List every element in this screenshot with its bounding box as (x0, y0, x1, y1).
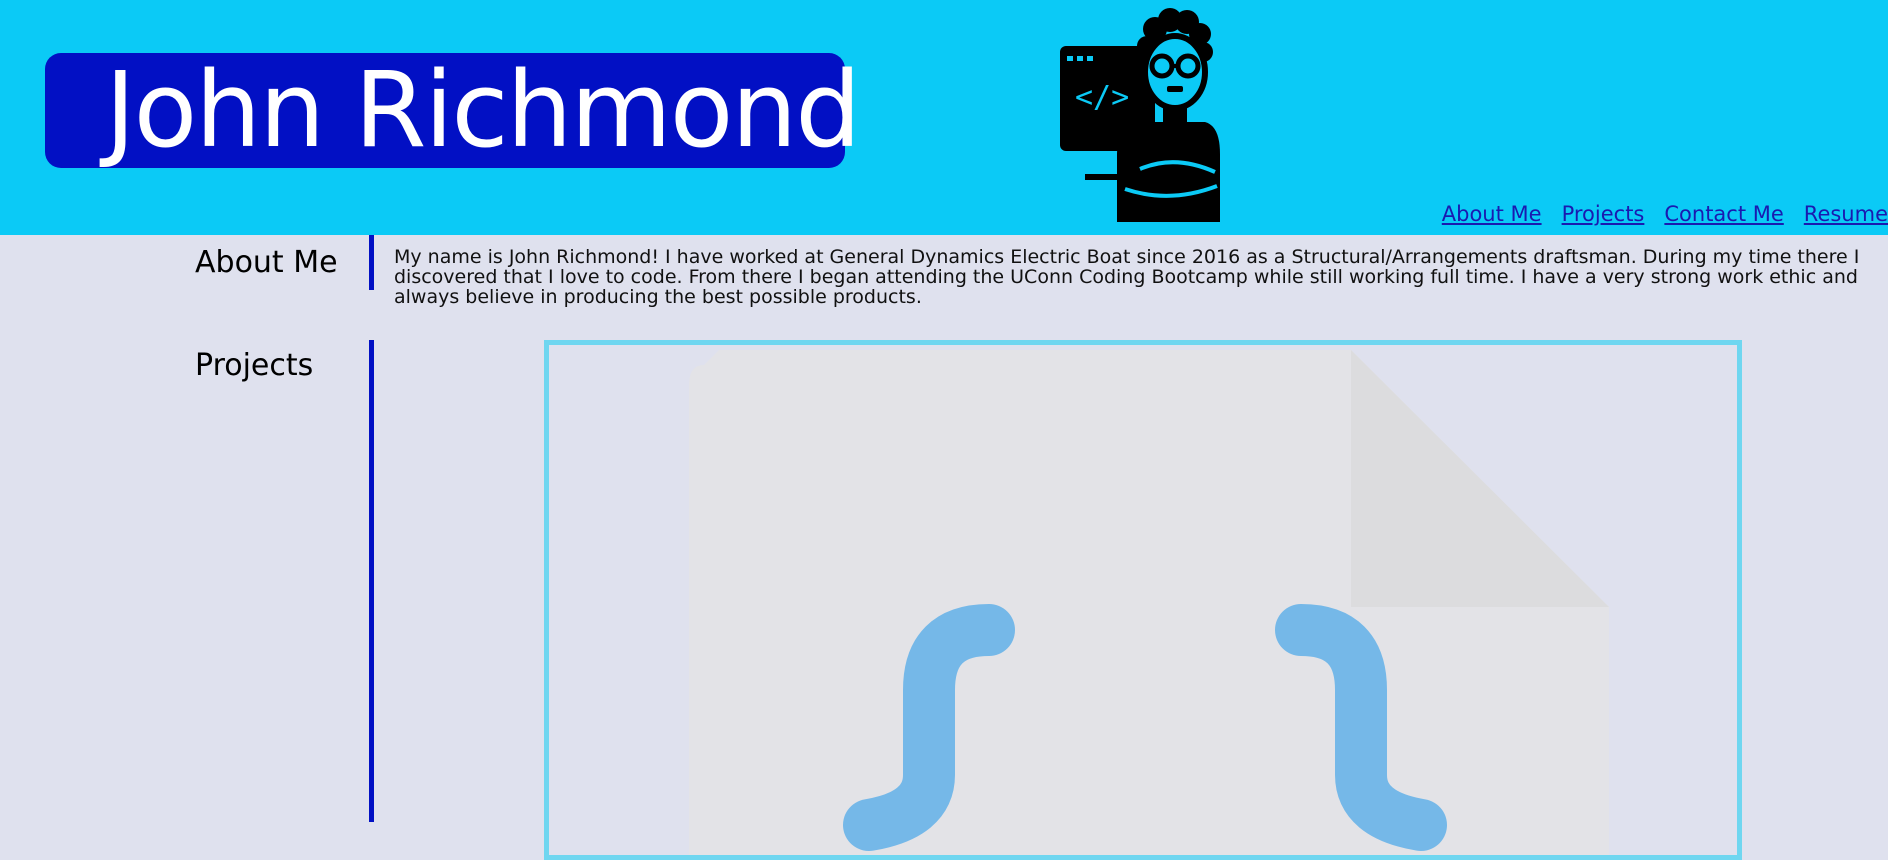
site-header: John Richmond </> About Me Projects Cont… (0, 0, 1888, 235)
developer-avatar-icon: </> (1055, 4, 1225, 222)
svg-text:</>: </> (1075, 80, 1129, 115)
about-me-divider (369, 235, 374, 290)
project-image[interactable] (544, 340, 1742, 860)
name-banner: John Richmond (45, 53, 861, 168)
projects-divider (369, 340, 374, 822)
site-title: John Richmond (105, 49, 861, 171)
nav-link-about-me[interactable]: About Me (1442, 202, 1542, 226)
nav-link-contact-me[interactable]: Contact Me (1664, 202, 1783, 226)
nav-link-projects[interactable]: Projects (1562, 202, 1645, 226)
nav-link-resume[interactable]: Resume (1804, 202, 1888, 226)
about-me-text: My name is John Richmond! I have worked … (394, 246, 1860, 308)
about-me-heading: About Me (195, 245, 338, 280)
main-nav: About Me Projects Contact Me Resume (1442, 202, 1888, 226)
projects-heading: Projects (195, 348, 314, 383)
code-file-placeholder-icon (689, 350, 1609, 855)
